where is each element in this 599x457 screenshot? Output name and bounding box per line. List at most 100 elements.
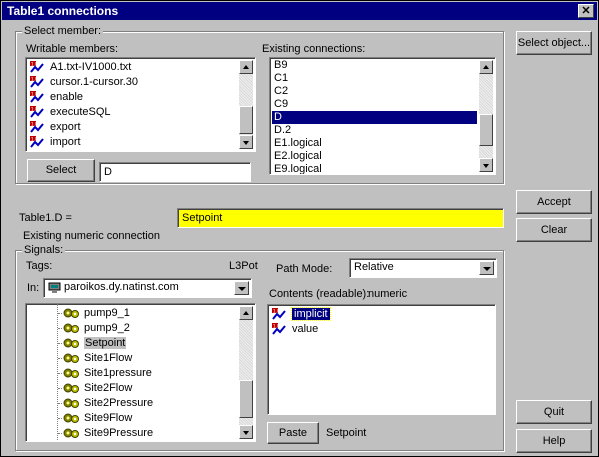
select-value-field[interactable]: D <box>99 162 251 182</box>
select-button[interactable]: Select <box>27 159 95 182</box>
list-item-label: A1.txt-IV1000.txt <box>50 61 132 73</box>
list-item[interactable]: 1.0 executeSQL <box>28 105 237 120</box>
svg-text:1.0: 1.0 <box>31 62 38 67</box>
list-item[interactable]: 1.0 value <box>270 322 493 337</box>
tag-icon <box>63 383 79 394</box>
list-item[interactable]: D.2 <box>272 124 477 137</box>
svg-text:1.0: 1.0 <box>273 309 280 314</box>
quit-label: Quit <box>543 406 565 418</box>
tree-item-label: Setpoint <box>84 337 127 349</box>
paste-value: Setpoint <box>326 427 367 439</box>
tree-item[interactable]: Site9Flow <box>26 411 237 426</box>
tree-item-label: Site9Pressure <box>84 427 154 439</box>
list-item-label: D <box>274 111 282 123</box>
select-value-text: D <box>104 166 112 178</box>
tree-item-label: Site2Pressure <box>84 397 154 409</box>
tree-item[interactable]: Site2Flow <box>26 381 237 396</box>
scroll-down-button[interactable] <box>239 425 253 439</box>
list-item[interactable]: 1.0 cursor.1-cursor.30 <box>28 75 237 90</box>
accept-label: Accept <box>537 196 571 208</box>
select-object-button[interactable]: Select object... <box>516 31 592 55</box>
list-item[interactable]: C1 <box>272 72 477 85</box>
chevron-down-icon <box>238 287 246 291</box>
accept-button[interactable]: Accept <box>516 190 592 214</box>
list-item[interactable]: 1.0 A1.txt-IV1000.txt <box>28 60 237 75</box>
tree-item[interactable]: pump9_1 <box>26 306 237 321</box>
contents-list[interactable]: 1.0 implicit 1.0 value <box>267 304 496 415</box>
scroll-up-button[interactable] <box>239 60 253 74</box>
in-host-select[interactable]: paroikos.dy.natinst.com <box>43 278 252 298</box>
scroll-up-button[interactable] <box>239 306 253 320</box>
list-item-label: executeSQL <box>50 106 111 118</box>
quit-button[interactable]: Quit <box>516 400 592 424</box>
in-host-value: paroikos.dy.natinst.com <box>64 281 179 293</box>
tree-item[interactable]: Setpoint <box>26 336 237 351</box>
connection-note: Existing numeric connection <box>23 230 160 242</box>
list-item[interactable]: E9.logical <box>272 163 477 175</box>
path-mode-select[interactable]: Relative <box>349 258 497 278</box>
tags-tree[interactable]: pump9_1 pump9_2 Setpoint Site1Flow Site1pres… <box>25 303 256 442</box>
close-button[interactable]: ✕ <box>578 4 594 18</box>
tree-scrollbar[interactable] <box>239 306 253 439</box>
path-mode-dropdown-button[interactable] <box>479 261 494 275</box>
help-label: Help <box>542 435 566 447</box>
list-item-label: E1.logical <box>274 137 322 149</box>
existing-scrollbar[interactable] <box>479 60 493 172</box>
tree-item[interactable]: Site1pressure <box>26 366 237 381</box>
in-host-dropdown-button[interactable] <box>234 281 249 295</box>
list-item[interactable]: C9 <box>272 98 477 111</box>
tree-item[interactable]: Site9Pressure <box>26 426 237 441</box>
list-item[interactable]: 1.0 enable <box>28 90 237 105</box>
path-mode-label: Path Mode: <box>276 263 333 275</box>
tree-item[interactable]: Site1Flow <box>26 351 237 366</box>
select-button-label: Select <box>45 164 77 176</box>
svg-text:1.0: 1.0 <box>31 122 38 127</box>
list-item[interactable]: 1.0 import <box>28 135 237 150</box>
clear-button[interactable]: Clear <box>516 218 592 242</box>
scroll-thumb[interactable] <box>479 114 493 146</box>
scroll-down-button[interactable] <box>239 135 253 149</box>
tag-icon <box>63 368 79 379</box>
connection-value-text: Setpoint <box>182 212 223 224</box>
writable-members-list[interactable]: 1.0 A1.txt-IV1000.txt 1.0 cursor.1-cursor.3… <box>25 57 256 152</box>
list-item-label: D.2 <box>274 124 292 136</box>
paste-button[interactable]: Paste <box>267 422 319 444</box>
signals-label: Signals: <box>22 244 66 256</box>
scroll-down-button[interactable] <box>479 158 493 172</box>
list-item-label: import <box>50 136 81 148</box>
chevron-down-icon <box>483 267 491 271</box>
scroll-up-button[interactable] <box>479 60 493 74</box>
list-item[interactable]: E2.logical <box>272 150 477 163</box>
list-item[interactable]: C2 <box>272 85 477 98</box>
existing-connections-list[interactable]: B9 C1 C2 C9 D D.2 E1.logical E2.logical E9.logic… <box>269 57 496 175</box>
list-item[interactable]: B9 <box>272 59 477 72</box>
tree-item[interactable]: pump9_2 <box>26 321 237 336</box>
tag-icon <box>63 323 79 334</box>
existing-connections-label: Existing connections: <box>262 43 366 55</box>
list-item[interactable]: D <box>272 111 477 124</box>
tags-label: Tags: <box>26 260 53 272</box>
list-item-label: E9.logical <box>274 163 322 175</box>
in-label: In: <box>27 282 40 294</box>
path-mode-value: Relative <box>354 261 394 273</box>
tree-item[interactable]: Site2Pressure <box>26 396 237 411</box>
connection-value-field[interactable]: Setpoint <box>177 208 504 228</box>
writable-scrollbar[interactable] <box>239 60 253 149</box>
numeric-member-icon: 1.0 <box>30 61 44 73</box>
help-button[interactable]: Help <box>516 429 592 453</box>
scroll-thumb[interactable] <box>239 106 253 134</box>
dialog-window: Table1 connections ✕ Select member: Writ… <box>0 0 599 457</box>
list-item-label: C9 <box>274 98 289 110</box>
list-item[interactable]: 1.0 implicit <box>270 307 493 322</box>
list-item-label: C2 <box>274 85 289 97</box>
select-member-label: Select member: <box>22 25 104 37</box>
numeric-member-icon: 1.0 <box>30 121 44 133</box>
title-bar[interactable]: Table1 connections ✕ <box>2 2 597 20</box>
writable-members-label: Writable members: <box>26 43 119 55</box>
scroll-thumb[interactable] <box>239 380 253 418</box>
list-item[interactable]: 1.0 export <box>28 120 237 135</box>
svg-text:1.0: 1.0 <box>273 324 280 329</box>
list-item[interactable]: E1.logical <box>272 137 477 150</box>
connection-label: Table1.D = <box>19 212 72 224</box>
list-item-label: enable <box>50 91 84 103</box>
